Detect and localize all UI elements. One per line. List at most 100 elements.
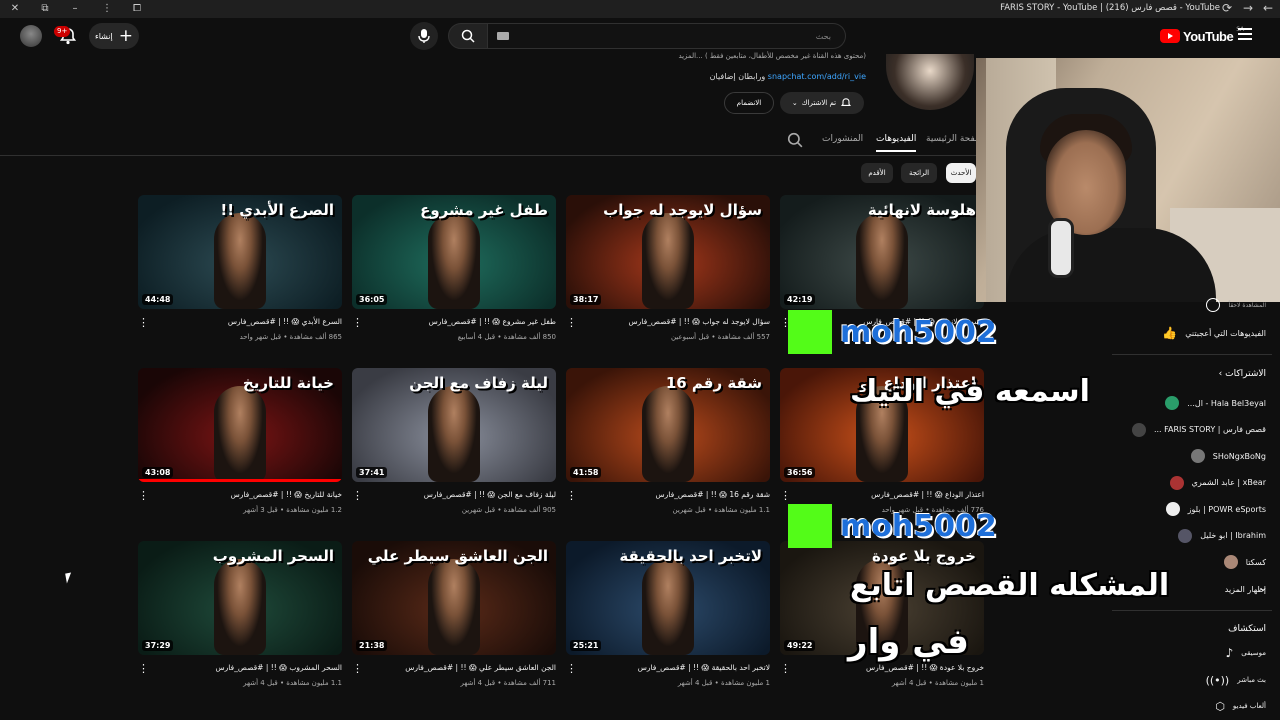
thumbnail-person — [428, 386, 480, 482]
subscription-label: كسكتا — [1245, 557, 1266, 567]
youtube-logo[interactable]: YouTube SA — [1160, 26, 1244, 45]
account-avatar[interactable] — [20, 25, 42, 47]
video-thumbnail[interactable]: الجن العاشق سيطر علي 21:38 — [352, 541, 556, 655]
video-title[interactable]: خيانة للتاريخ 😱 !! | #قصص_فارس — [231, 490, 342, 499]
mouse-cursor — [65, 572, 73, 584]
thumbnail-person — [642, 559, 694, 655]
video-title[interactable]: اعتذار الوداع 😱 !! | #قصص_فارس — [871, 490, 984, 499]
sidebar-item-liked[interactable]: الفيديوهات التي أعجبتني 👍 — [1162, 322, 1266, 344]
overlay-caption-1: اسمعه في التيك — [850, 374, 1090, 409]
video-card[interactable]: خروج بلا عودة 49:22 ⋮ خروج بلا عودة 😱 !!… — [780, 541, 984, 691]
more-actions-icon[interactable]: ⋮ — [566, 317, 577, 331]
more-actions-icon[interactable]: ⋮ — [780, 490, 791, 504]
tab-posts[interactable]: المنشورات — [822, 134, 863, 144]
video-title[interactable]: لاتخبر احد بالحقيقة 😱 !! | #قصص_فارس — [638, 663, 770, 672]
sidebar-item-label: الفيديوهات التي أعجبتني — [1185, 328, 1266, 338]
subscription-item[interactable]: Hala Bel3eyal - ال... — [1165, 392, 1266, 414]
video-thumbnail[interactable]: شقة رقم 16 41:58 — [566, 368, 770, 482]
video-thumbnail[interactable]: ليلة زفاف مع الجن 37:41 — [352, 368, 556, 482]
more-actions-icon[interactable]: ⋮ — [352, 663, 363, 677]
more-actions-icon[interactable]: ⋮ — [566, 490, 577, 504]
more-actions-icon[interactable]: ⋮ — [138, 317, 149, 331]
chip-oldest[interactable]: الأقدم — [861, 163, 893, 183]
video-title[interactable]: الجن العاشق سيطر علي 😱 !! | #قصص_فارس — [405, 663, 556, 672]
thumbnail-person — [214, 386, 266, 482]
subscription-item[interactable]: xBear | عابد الشمري — [1169, 472, 1266, 494]
video-card[interactable]: خيانة للتاريخ 43:08 ⋮ خيانة للتاريخ 😱 !!… — [138, 368, 342, 518]
video-metadata: 1 مليون مشاهدة • قبل 4 أشهر — [677, 679, 770, 687]
more-actions-icon[interactable]: ⋮ — [352, 317, 363, 331]
more-actions-icon[interactable]: ⋮ — [138, 663, 149, 677]
video-card[interactable]: سؤال لايوجد له جواب 38:17 ⋮ سؤال لايوجد … — [566, 195, 770, 345]
sidebar-item-watch-later[interactable]: المشاهدة لاحقاً — [1206, 294, 1266, 316]
subscription-item[interactable]: POWR eSports | بلوز — [1165, 498, 1266, 520]
video-card[interactable]: الصرع الأبدي !! 44:48 ⋮ السرع الأبدي 😱 !… — [138, 195, 342, 345]
explore-header: استكشاف — [1228, 624, 1266, 634]
channel-links[interactable]: snapchat.com/add/ri_vie ورابطان إضافيان — [710, 72, 866, 81]
subscriptions-header[interactable]: الاشتراكات › — [1219, 369, 1266, 379]
video-title[interactable]: شقة رقم 16 😱 !! | #قصص_فارس — [656, 490, 770, 499]
more-actions-icon[interactable]: ⋮ — [138, 490, 149, 504]
subscription-item[interactable]: SHoNgxBoNg — [1190, 445, 1266, 467]
channel-search-icon[interactable] — [787, 132, 803, 148]
minimize-window-icon[interactable]: – — [68, 2, 82, 16]
chip-latest[interactable]: الأحدث — [946, 163, 976, 183]
hamburger-menu-icon[interactable] — [1238, 28, 1252, 40]
video-title[interactable]: خروج بلا عودة 😱 !! | #قصص_فارس — [866, 663, 984, 672]
close-window-icon[interactable]: ✕ — [8, 2, 22, 16]
sidebar-item-live[interactable]: بث مباشر ((•)) — [1206, 669, 1266, 691]
tab-home[interactable]: صفحة الرئيسية — [926, 134, 983, 144]
restore-window-icon[interactable]: ⧉ — [38, 2, 52, 16]
forward-icon[interactable]: → — [1243, 1, 1253, 15]
subscribed-button[interactable]: ⌄ تم الاشتراك — [780, 92, 864, 114]
thumbnail-title: سؤال لايوجد له جواب — [603, 201, 762, 219]
video-card[interactable]: طفل غير مشروع 36:05 ⋮ طفل غير مشروع 😱 !!… — [352, 195, 556, 345]
create-label: إنشاء — [94, 31, 113, 41]
more-actions-icon[interactable]: ⋮ — [566, 663, 577, 677]
reload-icon[interactable]: ⟳ — [1222, 1, 1232, 15]
video-duration: 41:58 — [570, 467, 602, 478]
video-card[interactable]: ليلة زفاف مع الجن 37:41 ⋮ ليلة زفاف مع ا… — [352, 368, 556, 518]
chip-popular[interactable]: الرائجة — [901, 163, 937, 183]
video-metadata: 557 ألف مشاهدة • قبل أسبوعين — [670, 333, 770, 341]
video-title[interactable]: طفل غير مشروع 😱 !! | #قصص_فارس — [429, 317, 556, 326]
video-title[interactable]: سؤال لايوجد له جواب 😱 !! | #قصص_فارس — [629, 317, 770, 326]
video-card[interactable]: شقة رقم 16 41:58 ⋮ شقة رقم 16 😱 !! | #قص… — [566, 368, 770, 518]
sidebar-item-music[interactable]: موسيقى ♪ — [1226, 642, 1266, 664]
video-card[interactable]: لاتخبر احد بالحقيقة 25:21 ⋮ لاتخبر احد ب… — [566, 541, 770, 691]
video-card[interactable]: السحر المشروب 37:29 ⋮ السحر المشروب 😱 !!… — [138, 541, 342, 691]
video-card[interactable]: الجن العاشق سيطر علي 21:38 ⋮ الجن العاشق… — [352, 541, 556, 691]
video-thumbnail[interactable]: لاتخبر احد بالحقيقة 25:21 — [566, 541, 770, 655]
channel-link-url[interactable]: snapchat.com/add/ri_vie — [768, 72, 866, 81]
search-input[interactable] — [488, 23, 846, 49]
video-thumbnail[interactable]: طفل غير مشروع 36:05 — [352, 195, 556, 309]
tab-videos[interactable]: الفيديوهات — [876, 134, 917, 152]
voice-search-icon[interactable] — [410, 22, 438, 50]
join-button[interactable]: الانضمام — [724, 92, 774, 114]
extensions-icon[interactable]: ⧠ — [130, 2, 144, 16]
channel-description[interactable]: (محتوى هذه القناة غير مخصص للأطفال، متاب… — [678, 52, 866, 60]
subscription-item[interactable]: كسكتا — [1223, 551, 1266, 573]
video-metadata: 905 ألف مشاهدة • قبل شهرين — [461, 506, 556, 514]
more-actions-icon[interactable]: ⋮ — [780, 663, 791, 677]
video-thumbnail[interactable]: سؤال لايوجد له جواب 38:17 — [566, 195, 770, 309]
thumbnail-title: الصرع الأبدي !! — [220, 201, 334, 219]
sidebar-item-gaming[interactable]: ألعاب فيديو ⬡ — [1215, 695, 1266, 717]
create-button[interactable]: إنشاء + — [89, 23, 139, 49]
keyboard-icon[interactable] — [497, 32, 509, 40]
video-thumbnail[interactable]: هلوسة لانهائية 42:19 — [780, 195, 984, 309]
back-icon[interactable]: ← — [1263, 1, 1273, 15]
more-actions-icon[interactable]: ⋮ — [352, 490, 363, 504]
video-thumbnail[interactable]: الصرع الأبدي !! 44:48 — [138, 195, 342, 309]
subscription-item[interactable]: قصص فارس | FARIS STORY ... — [1131, 419, 1266, 441]
video-title[interactable]: ليلة زفاف مع الجن 😱 !! | #قصص_فارس — [424, 490, 556, 499]
chevron-down-icon[interactable]: ⌄ — [1258, 580, 1268, 594]
video-title[interactable]: السحر المشروب 😱 !! | #قصص_فارس — [216, 663, 343, 672]
notifications-badge: 9+ — [54, 26, 71, 37]
video-thumbnail[interactable]: السحر المشروب 37:29 — [138, 541, 342, 655]
search-button[interactable] — [448, 23, 488, 49]
video-thumbnail[interactable]: خيانة للتاريخ 43:08 — [138, 368, 342, 482]
subscription-item[interactable]: Ibrahim | ابو خليل — [1178, 525, 1266, 547]
video-title[interactable]: السرع الأبدي 😱 !! | #قصص_فارس — [228, 317, 342, 326]
window-menu-icon[interactable]: ⋮ — [100, 2, 114, 16]
